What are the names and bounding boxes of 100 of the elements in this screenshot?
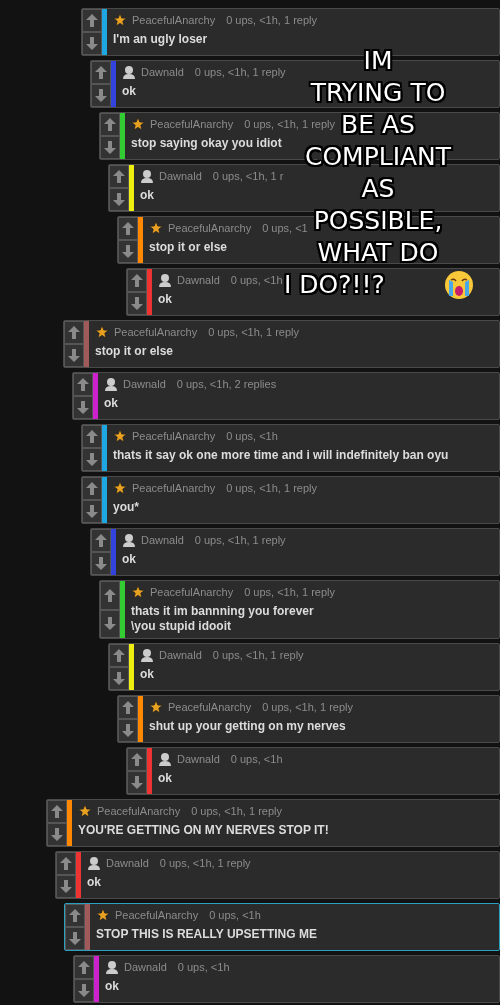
comment-meta: 0 ups, <1h, 1 reply	[208, 326, 299, 338]
comment-text: stop it or else	[149, 240, 228, 255]
upvote-button[interactable]	[127, 748, 147, 771]
upvote-button[interactable]	[91, 61, 111, 84]
upvote-button[interactable]	[127, 269, 147, 292]
down-arrow-icon	[131, 776, 143, 789]
upvote-button[interactable]	[65, 904, 85, 927]
username-link[interactable]: Dawnald	[159, 170, 202, 182]
downvote-button[interactable]	[100, 136, 120, 159]
downvote-button[interactable]	[82, 500, 102, 523]
down-arrow-icon	[95, 89, 107, 102]
crying-emoji-icon	[444, 270, 474, 300]
downvote-button[interactable]	[82, 448, 102, 471]
comment-meta: 0 ups, <1h	[226, 430, 278, 442]
username-link[interactable]: PeacefulAnarchy	[114, 326, 198, 338]
upvote-button[interactable]	[100, 113, 120, 136]
upvote-button[interactable]	[82, 425, 102, 448]
comment-text: ok	[105, 979, 119, 994]
comment-meta: 0 ups, <1h, 1 reply	[262, 701, 353, 713]
comment-meta: 0 ups, <1h, 1 reply	[194, 534, 286, 546]
down-arrow-icon	[86, 37, 98, 50]
down-arrow-icon	[60, 880, 72, 893]
downvote-button[interactable]	[73, 396, 93, 419]
username-link[interactable]: PeacefulAnarchy	[150, 118, 234, 130]
downvote-button[interactable]	[127, 292, 147, 315]
up-arrow-icon	[122, 222, 134, 235]
downvote-button[interactable]	[91, 552, 111, 575]
meme-caption-line: TRYING TO	[310, 78, 446, 109]
upvote-button[interactable]	[100, 581, 120, 610]
username-link[interactable]: Dawnald	[123, 378, 166, 390]
downvote-button[interactable]	[47, 823, 67, 846]
comment-text: ok	[104, 396, 118, 411]
downvote-button[interactable]	[118, 240, 138, 263]
downvote-button[interactable]	[100, 609, 120, 638]
upvote-button[interactable]	[74, 956, 94, 979]
username-link[interactable]: Dawnald	[106, 857, 149, 869]
downvote-button[interactable]	[118, 719, 138, 742]
star-icon	[113, 429, 127, 443]
down-arrow-icon	[95, 557, 107, 570]
up-arrow-icon	[78, 961, 90, 974]
up-arrow-icon	[113, 649, 125, 662]
up-arrow-icon	[69, 909, 81, 922]
upvote-button[interactable]	[73, 373, 93, 396]
star-icon	[96, 908, 110, 922]
upvote-button[interactable]	[56, 852, 76, 875]
star-icon	[131, 117, 145, 131]
username-link[interactable]: PeacefulAnarchy	[132, 482, 216, 494]
username-link[interactable]: PeacefulAnarchy	[150, 586, 234, 598]
comment-meta: 0 ups, <1h, 1 reply	[226, 14, 317, 26]
upvote-button[interactable]	[82, 9, 102, 32]
upvote-button[interactable]	[109, 165, 129, 188]
comment-meta: 0 ups, <1	[262, 222, 308, 234]
comment-meta: 0 ups, <1h, 1 reply	[159, 857, 251, 869]
username-link[interactable]: PeacefulAnarchy	[132, 14, 216, 26]
username-link[interactable]: PeacefulAnarchy	[168, 222, 252, 234]
downvote-button[interactable]	[64, 344, 84, 367]
username-link[interactable]: Dawnald	[141, 66, 184, 78]
up-arrow-icon	[104, 588, 116, 602]
down-arrow-icon	[77, 401, 89, 414]
up-arrow-icon	[86, 482, 98, 495]
up-arrow-icon	[95, 66, 107, 79]
down-arrow-icon	[78, 984, 90, 997]
username-link[interactable]: Dawnald	[141, 534, 184, 546]
down-arrow-icon	[122, 724, 134, 737]
comment-text: ok	[140, 188, 154, 203]
upvote-button[interactable]	[118, 217, 138, 240]
comment-meta: 0 ups, <1h, 1 reply	[212, 649, 304, 661]
username-link[interactable]: Dawnald	[124, 961, 167, 973]
comment-meta: 0 ups, <1h	[230, 753, 283, 765]
downvote-button[interactable]	[74, 979, 94, 1002]
upvote-button[interactable]	[47, 800, 67, 823]
downvote-button[interactable]	[65, 927, 85, 950]
downvote-button[interactable]	[91, 84, 111, 107]
username-link[interactable]: Dawnald	[177, 274, 220, 286]
username-link[interactable]: Dawnald	[177, 753, 220, 765]
downvote-button[interactable]	[109, 188, 129, 211]
downvote-button[interactable]	[56, 875, 76, 898]
downvote-button[interactable]	[109, 667, 129, 690]
comment-text: STOP THIS IS REALLY UPSETTING ME	[96, 927, 317, 942]
downvote-button[interactable]	[127, 771, 147, 794]
comment-text: ok	[140, 667, 154, 682]
upvote-button[interactable]	[91, 529, 111, 552]
username-link[interactable]: PeacefulAnarchy	[132, 430, 216, 442]
user-avatar-icon	[140, 169, 154, 183]
username-link[interactable]: PeacefulAnarchy	[168, 701, 252, 713]
upvote-button[interactable]	[82, 477, 102, 500]
star-icon	[131, 585, 145, 599]
user-avatar-icon	[158, 273, 172, 287]
down-arrow-icon	[131, 297, 143, 310]
username-link[interactable]: PeacefulAnarchy	[97, 805, 181, 817]
username-link[interactable]: Dawnald	[159, 649, 202, 661]
upvote-button[interactable]	[109, 644, 129, 667]
down-arrow-icon	[86, 453, 98, 466]
upvote-button[interactable]	[64, 321, 84, 344]
username-link[interactable]: PeacefulAnarchy	[115, 909, 199, 921]
downvote-button[interactable]	[82, 32, 102, 55]
user-avatar-icon	[158, 752, 172, 766]
user-avatar-icon	[87, 856, 101, 870]
down-arrow-icon	[86, 505, 98, 518]
upvote-button[interactable]	[118, 696, 138, 719]
